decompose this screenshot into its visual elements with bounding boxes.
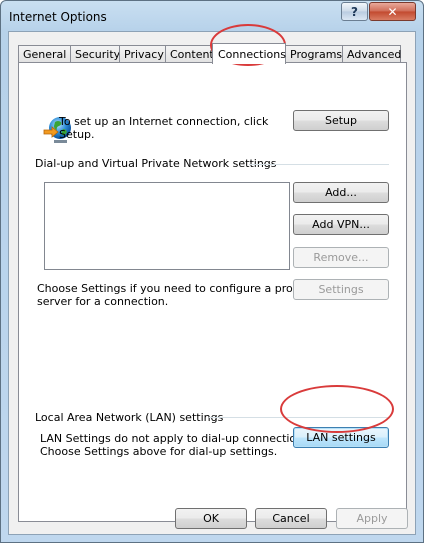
add-button[interactable]: Add...: [293, 182, 389, 203]
lan-settings-button[interactable]: LAN settings: [293, 427, 389, 448]
title-bar[interactable]: Internet Options ? ✕: [1, 1, 423, 31]
setup-description-line2: Setup.: [59, 128, 95, 141]
lan-group-label: Local Area Network (LAN) settings: [35, 411, 224, 424]
close-icon: ✕: [387, 4, 398, 19]
proxy-description-line2: server for a connection.: [37, 295, 169, 308]
lan-description-line1: LAN Settings do not apply to dial-up con…: [40, 432, 313, 445]
tab-strip: General Security Privacy Content Connect…: [18, 43, 401, 64]
tab-general[interactable]: General: [18, 45, 71, 63]
apply-button[interactable]: Apply: [336, 508, 408, 529]
settings-button[interactable]: Settings: [293, 279, 389, 300]
setup-button[interactable]: Setup: [293, 110, 389, 131]
dialup-group-divider: [249, 164, 389, 165]
ok-button[interactable]: OK: [175, 508, 247, 529]
tab-connections[interactable]: Connections: [212, 43, 286, 64]
tab-security[interactable]: Security: [70, 45, 120, 63]
add-vpn-button[interactable]: Add VPN...: [293, 214, 389, 235]
help-icon: ?: [351, 4, 358, 19]
tab-content[interactable]: Content: [165, 45, 214, 63]
tab-programs[interactable]: Programs: [285, 45, 343, 63]
help-button[interactable]: ?: [341, 2, 368, 21]
connections-panel: To set up an Internet connection, click …: [18, 62, 407, 522]
dialup-group-label: Dial-up and Virtual Private Network sett…: [35, 157, 277, 170]
window-title: Internet Options: [9, 10, 107, 24]
lan-description-line2: Choose Settings above for dial-up settin…: [40, 445, 278, 458]
tab-advanced[interactable]: Advanced: [342, 45, 401, 63]
setup-description-line1: To set up an Internet connection, click: [59, 115, 269, 128]
remove-button[interactable]: Remove...: [293, 247, 389, 268]
cancel-button[interactable]: Cancel: [255, 508, 327, 529]
close-button[interactable]: ✕: [369, 2, 416, 21]
lan-group-divider: [209, 417, 389, 418]
connections-list[interactable]: [44, 182, 290, 270]
dialog-client-area: General Security Privacy Content Connect…: [8, 31, 416, 535]
proxy-description-line1: Choose Settings if you need to configure…: [37, 282, 306, 295]
tab-privacy[interactable]: Privacy: [119, 45, 166, 63]
internet-options-window: Internet Options ? ✕ General Security Pr…: [0, 0, 424, 543]
